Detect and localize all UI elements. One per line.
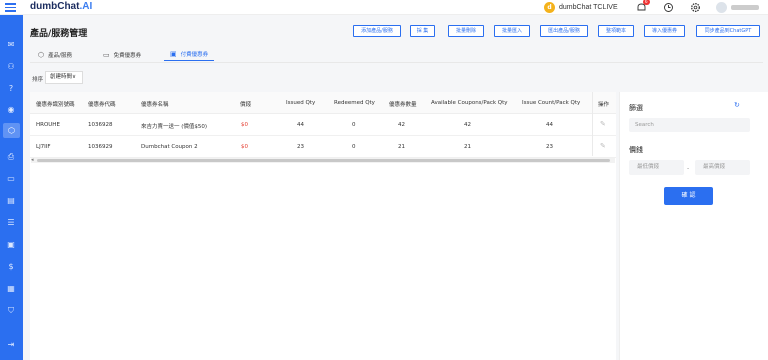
col-available-pack-qty: Available Coupons/Pack Qty	[431, 100, 508, 106]
sort-select[interactable]: 創建時間∨	[45, 71, 83, 84]
import-coupons-button[interactable]: 導入優惠券	[644, 25, 685, 37]
col-coupon-name: 優惠券名稱	[141, 102, 169, 108]
hamburger-menu-icon[interactable]	[5, 3, 16, 12]
tabs-divider	[30, 62, 763, 63]
tab-paid-coupons[interactable]: ▣ 付費優惠券	[164, 48, 215, 61]
logout-icon[interactable]: ⇥	[6, 340, 16, 350]
brand-switcher[interactable]: d dumbChat TCLIVE	[544, 0, 618, 15]
printer-icon[interactable]: ⎙	[6, 152, 16, 162]
clipboard-icon[interactable]: ▤	[6, 196, 16, 206]
user-name-placeholder[interactable]	[731, 5, 759, 10]
price-range-dash: -	[687, 165, 690, 172]
sort-label: 排序	[32, 77, 44, 83]
template-button[interactable]: 整項範本	[598, 25, 634, 37]
settings-gear-icon[interactable]	[690, 2, 701, 13]
col-issue-count-pack-qty: Issue Count/Pack Qty	[522, 100, 581, 106]
filter-title: 篩選	[629, 104, 643, 112]
export-products-button[interactable]: 匯出產品/服務	[540, 25, 588, 37]
shield-icon[interactable]: ⛉	[6, 306, 16, 316]
col-price: 價錢	[240, 102, 252, 108]
product-box-icon[interactable]: ⬡	[3, 123, 20, 138]
edit-pencil-icon[interactable]: ✎	[600, 120, 606, 128]
brand-avatar: d	[544, 2, 555, 13]
coupon-table: 優惠券識別號碼 優惠券代碼 優惠券名稱 價錢 Issued Qty Redeem…	[30, 92, 616, 360]
tab-products[interactable]: ⬡ 產品/服務	[38, 48, 72, 61]
confirm-filter-button[interactable]: 確 認	[664, 187, 713, 205]
price-filter-title: 價錢	[629, 146, 643, 154]
box-icon: ⬡	[38, 50, 45, 59]
table-row: HROUHE 1036928 來吉力賣一送一 (價值$50) $0 44 0 4…	[30, 114, 616, 136]
col-redeemed-qty: Redeemed Qty	[334, 100, 375, 106]
screen-icon[interactable]: ▭	[6, 174, 16, 184]
max-price-input[interactable]: 最高價錢	[695, 160, 750, 175]
horizontal-scrollbar[interactable]: ◂	[31, 157, 615, 163]
sidebar: ✉ ⚇ ? ◉ ⬡ ⎙ ▭ ▤ ☰ ▣ $ ▦ ⛉ ⇥	[0, 0, 23, 360]
refresh-icon[interactable]: ↻	[734, 101, 740, 109]
filter-panel: 篩選 ↻ Search 價錢 最低價錢 - 最高價錢 確 認	[619, 92, 768, 360]
sync-chatgpt-button[interactable]: 同步產品到ChatGPT	[696, 25, 760, 37]
add-product-button[interactable]: 添加產品/服務	[353, 25, 401, 37]
notification-bell-icon[interactable]: 6	[636, 0, 650, 13]
col-issued-qty: Issued Qty	[286, 100, 316, 106]
search-input[interactable]: Search	[629, 118, 750, 132]
top-bar: dumbChat.AI d dumbChat TCLIVE 6	[0, 0, 768, 15]
app-logo[interactable]: dumbChat.AI	[30, 1, 92, 12]
actions-column-divider	[592, 92, 593, 156]
scrollbar-thumb[interactable]	[37, 159, 610, 162]
scroll-left-arrow-icon[interactable]: ◂	[31, 157, 34, 163]
collect-button[interactable]: 採 集	[410, 25, 435, 37]
chat-icon[interactable]: ✉	[6, 40, 16, 50]
col-coupon-qty: 優惠券數量	[389, 102, 417, 108]
min-price-input[interactable]: 最低價錢	[629, 160, 684, 175]
col-coupon-code: 優惠券代碼	[88, 102, 116, 108]
user-avatar[interactable]	[716, 2, 727, 13]
brand-name: dumbChat TCLIVE	[559, 4, 618, 11]
col-coupon-id: 優惠券識別號碼	[36, 102, 75, 108]
message-icon[interactable]: ◉	[6, 105, 16, 115]
table-header: 優惠券識別號碼 優惠券代碼 優惠券名稱 價錢 Issued Qty Redeem…	[30, 92, 616, 114]
comment-icon[interactable]: ▣	[6, 240, 16, 250]
coupon-icon: ▭	[103, 50, 110, 59]
page-title: 產品/服務管理	[30, 29, 88, 39]
document-icon[interactable]: ▦	[6, 284, 16, 294]
list-icon[interactable]: ☰	[6, 218, 16, 228]
paid-coupon-icon: ▣	[170, 50, 177, 58]
notification-badge: 6	[643, 0, 650, 5]
users-icon[interactable]: ⚇	[6, 62, 16, 72]
batch-delete-button[interactable]: 批量刪除	[448, 25, 484, 37]
tab-free-coupons[interactable]: ▭ 免費優惠券	[103, 48, 141, 61]
table-row: LJ7IIF 1036929 Dumbchat Coupon 2 $0 23 0…	[30, 136, 616, 158]
col-actions: 操作	[598, 102, 610, 108]
help-icon[interactable]: ?	[6, 84, 16, 94]
dollar-icon[interactable]: $	[6, 262, 16, 272]
clock-icon[interactable]	[663, 2, 674, 13]
edit-pencil-icon[interactable]: ✎	[600, 142, 606, 150]
batch-import-button[interactable]: 批量匯入	[494, 25, 530, 37]
